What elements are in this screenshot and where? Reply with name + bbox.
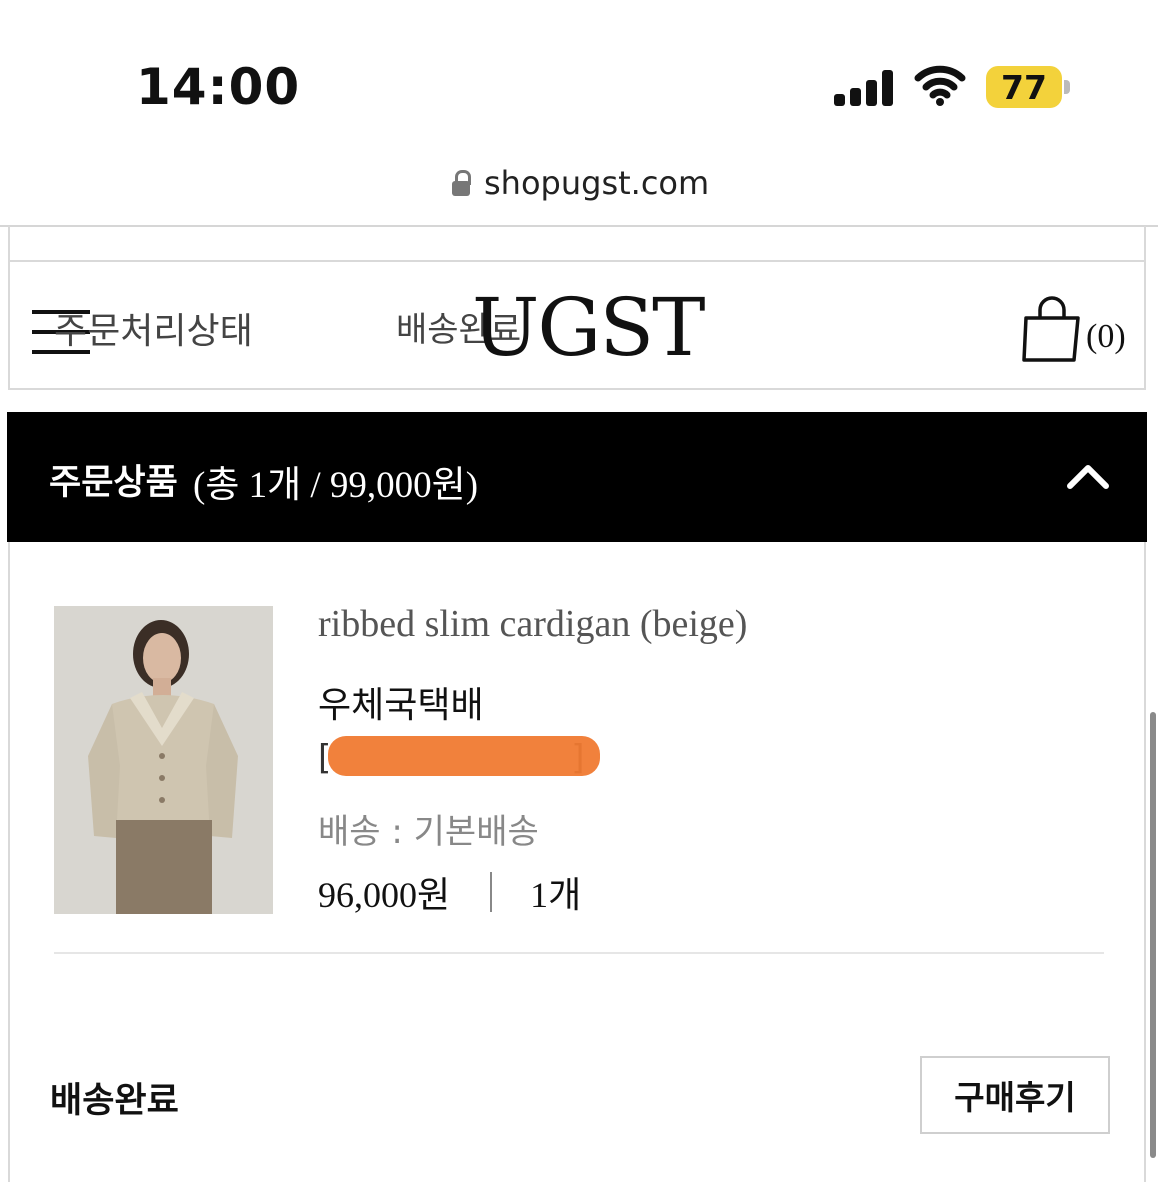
price-quantity: 96,000원 1개 bbox=[318, 866, 581, 918]
review-button[interactable]: 구매후기 bbox=[920, 1056, 1110, 1134]
site-header: 주문처리상태 배송완료 UGST (0) bbox=[8, 260, 1146, 390]
url-text: shopugst.com bbox=[484, 164, 710, 202]
lock-icon bbox=[452, 170, 471, 196]
order-status-label: 주문처리상태 bbox=[54, 311, 253, 352]
order-items-title: 주문상품 bbox=[49, 463, 178, 503]
shopping-bag-icon[interactable] bbox=[1022, 296, 1082, 364]
shipping-method: 배송 : 기본배송 bbox=[318, 812, 539, 852]
redaction-mark bbox=[328, 736, 600, 776]
wifi-icon bbox=[914, 65, 966, 106]
page-top-strip bbox=[8, 226, 1146, 260]
battery-icon: 77 bbox=[986, 66, 1062, 108]
courier-name: 우체국택배 bbox=[318, 685, 484, 726]
product-name[interactable]: ribbed slim cardigan (beige) bbox=[318, 602, 747, 646]
address-bar[interactable]: shopugst.com bbox=[0, 150, 1158, 227]
chevron-up-icon[interactable] bbox=[1065, 460, 1111, 492]
status-bar: 14:00 77 bbox=[0, 0, 1158, 140]
product-price: 96,000원 bbox=[318, 875, 451, 915]
product-photo bbox=[54, 606, 273, 914]
signal-icon bbox=[834, 70, 893, 106]
cart-count[interactable]: (0) bbox=[1086, 318, 1126, 356]
divider bbox=[54, 952, 1104, 954]
product-panel: ribbed slim cardigan (beige) 우체국택배 [] 배송… bbox=[8, 542, 1146, 1182]
order-summary: (총 1개 / 99,000원) bbox=[193, 465, 479, 506]
delivery-status: 배송완료 bbox=[50, 1081, 179, 1121]
product-quantity: 1개 bbox=[530, 875, 582, 915]
product-image[interactable] bbox=[54, 606, 273, 914]
price-separator bbox=[490, 872, 493, 912]
status-time: 14:00 bbox=[136, 58, 301, 116]
site-logo[interactable]: UGST bbox=[472, 288, 705, 368]
battery-cap bbox=[1064, 80, 1070, 94]
scrollbar[interactable] bbox=[1150, 712, 1156, 1158]
order-items-header[interactable]: 주문상품 (총 1개 / 99,000원) bbox=[7, 412, 1147, 542]
